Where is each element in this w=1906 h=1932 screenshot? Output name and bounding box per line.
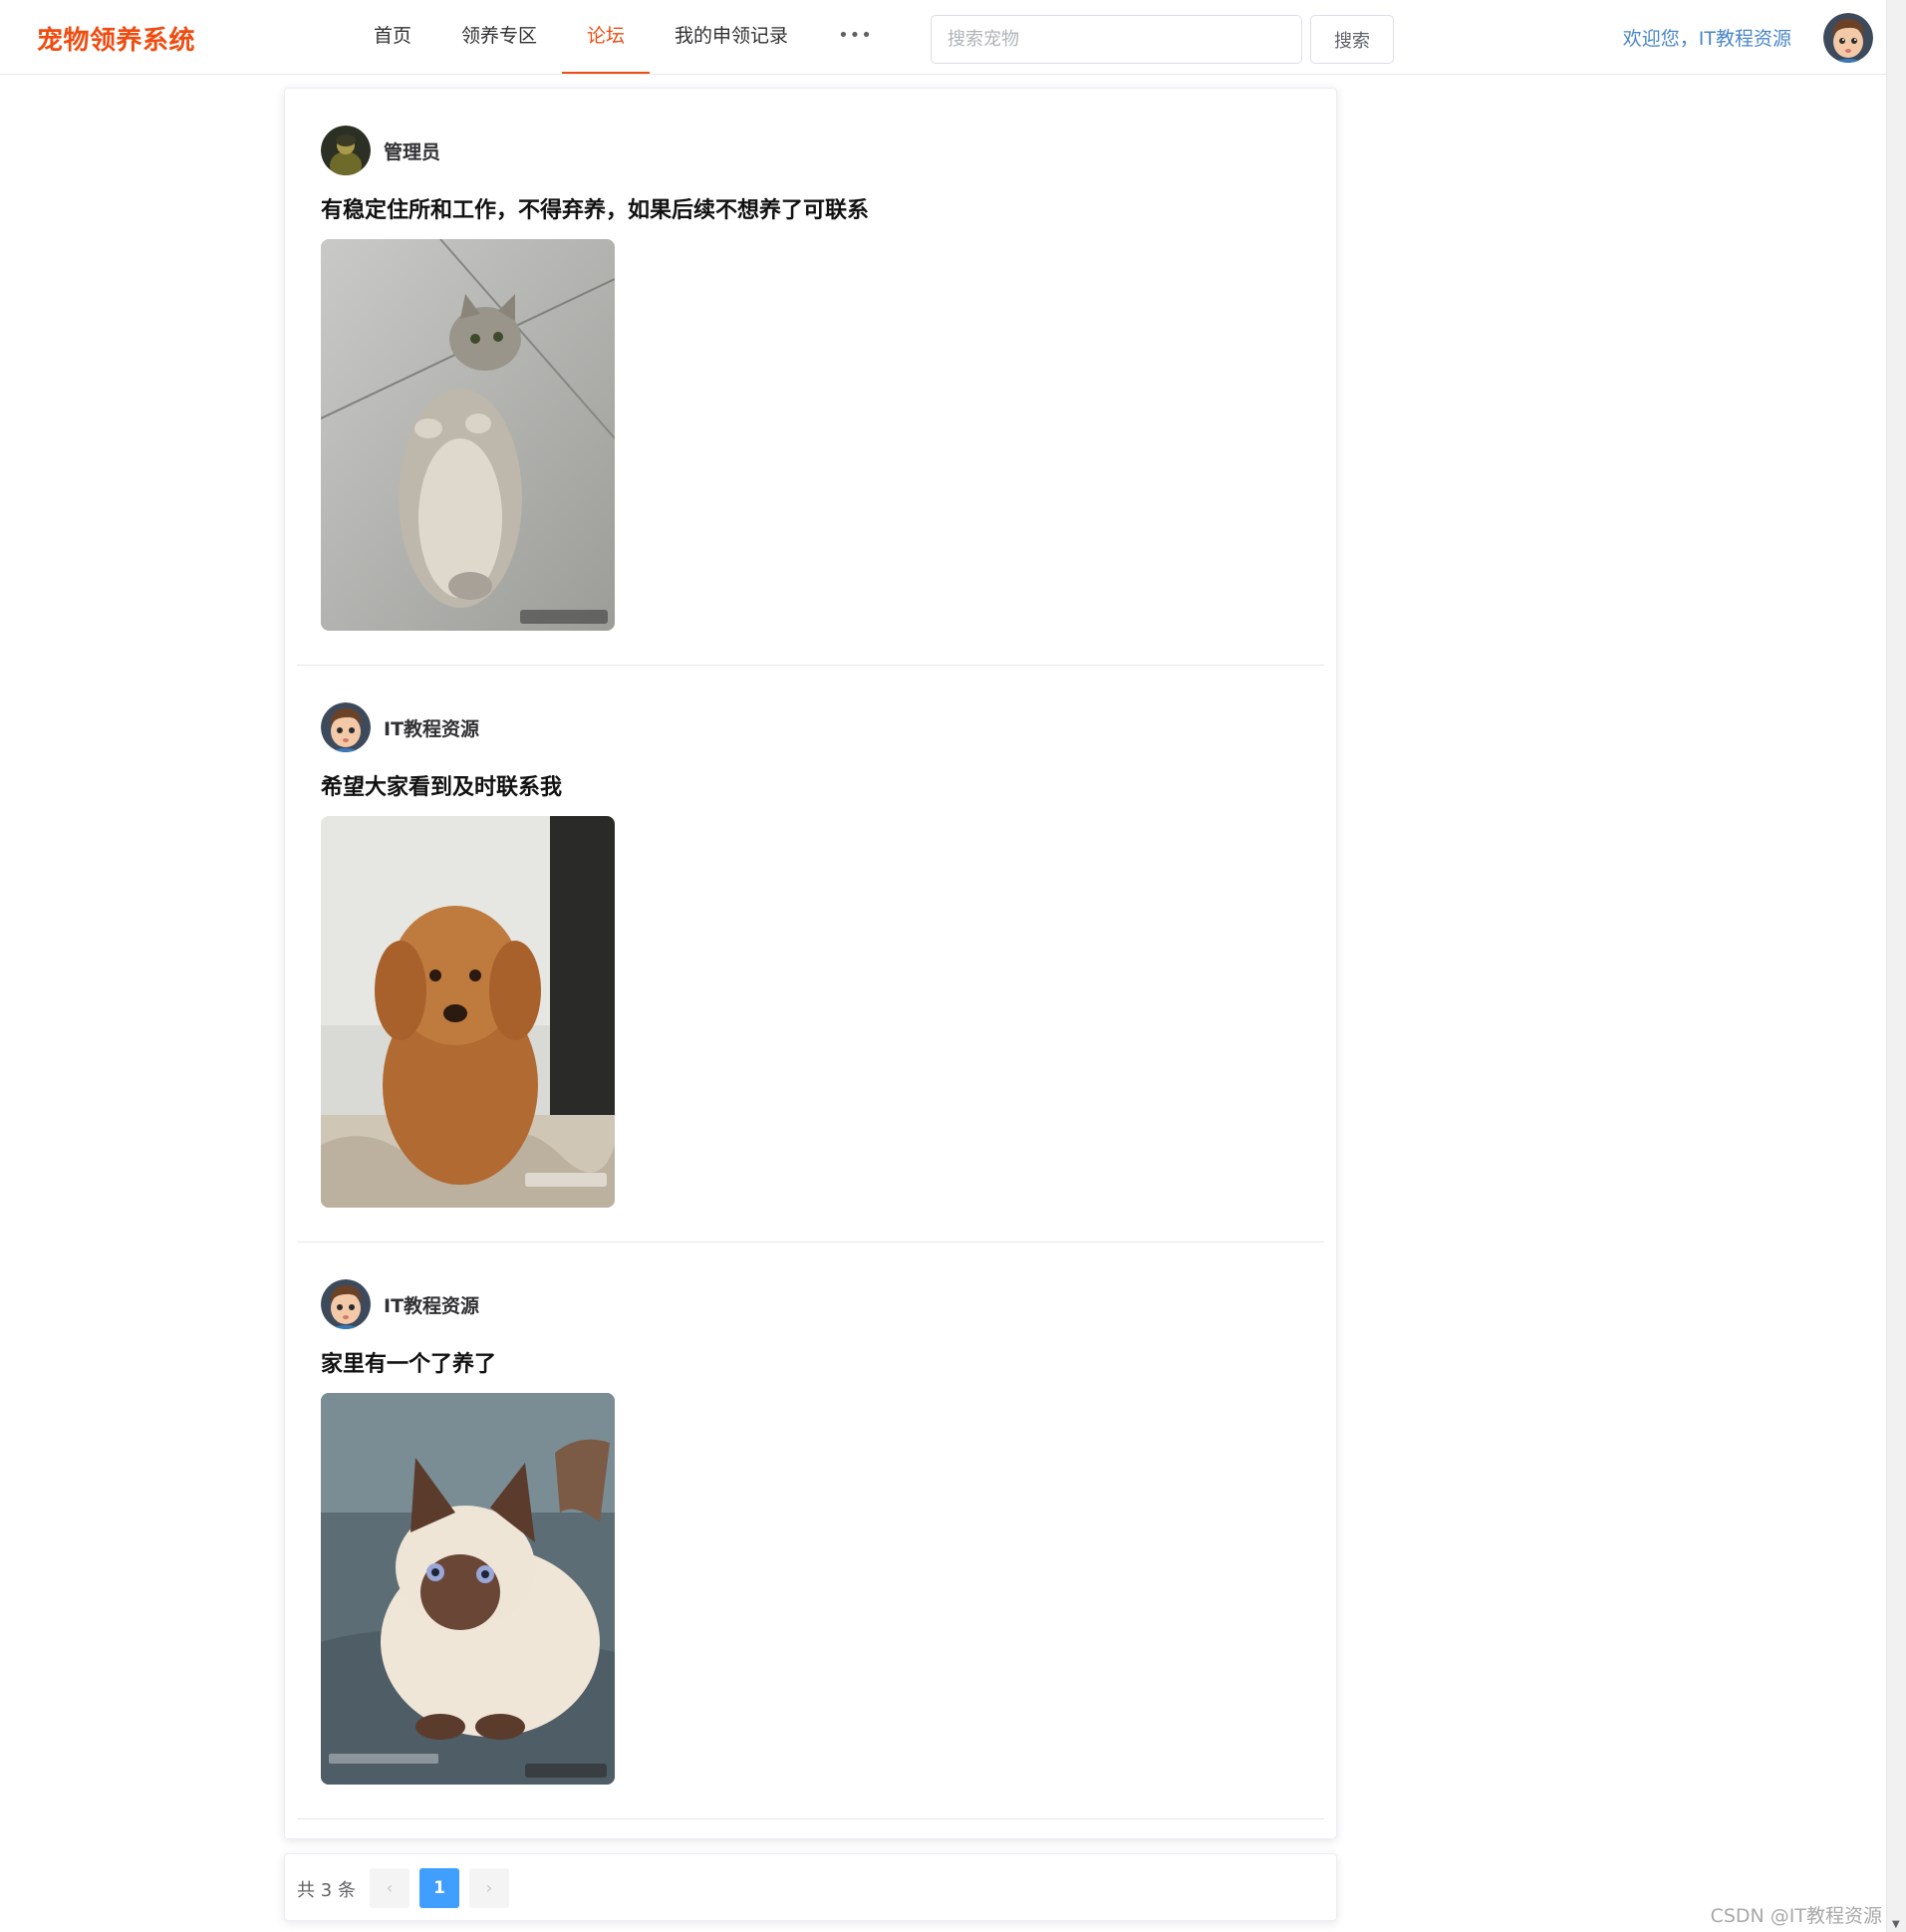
- post-author-avatar[interactable]: [321, 126, 371, 175]
- post-title[interactable]: 家里有一个了养了: [321, 1346, 496, 1378]
- post-author-name: IT教程资源: [384, 1295, 480, 1317]
- nav-item-my-applications[interactable]: 我的申领记录: [650, 0, 813, 74]
- user-avatar[interactable]: [1823, 13, 1873, 63]
- admin-avatar-icon: [321, 126, 371, 175]
- post-title[interactable]: 有稳定住所和工作，不得弃养，如果后续不想养了可联系: [321, 192, 869, 224]
- nav-item-home[interactable]: 首页: [349, 0, 436, 74]
- post-author-avatar[interactable]: [321, 1279, 371, 1329]
- more-dots-icon[interactable]: •••: [813, 0, 898, 74]
- forum-post-list: 管理员 有稳定住所和工作，不得弃养，如果后续不想养了可联系 IT教程资源 希望大…: [284, 88, 1337, 1839]
- site-logo[interactable]: 宠物领养系统: [37, 20, 195, 57]
- watermark: CSDN @IT教程资源: [1710, 1905, 1882, 1927]
- main-nav: 首页 领养专区 论坛 我的申领记录 •••: [349, 0, 898, 74]
- cartoon-boy-avatar-icon: [321, 702, 371, 752]
- post-image[interactable]: [321, 1393, 615, 1785]
- nav-item-adoption[interactable]: 领养专区: [436, 0, 562, 74]
- post-author-avatar[interactable]: [321, 702, 371, 752]
- post-image[interactable]: [321, 816, 615, 1208]
- tabby-cat-photo-icon: [321, 239, 615, 631]
- forum-post: IT教程资源 希望大家看到及时联系我: [297, 666, 1324, 1242]
- siamese-cat-photo-icon: [321, 1393, 615, 1785]
- page-scrollbar[interactable]: ▼: [1886, 0, 1906, 1932]
- cartoon-boy-avatar-icon: [1823, 13, 1873, 63]
- search-input[interactable]: [931, 15, 1302, 64]
- poodle-dog-photo-icon: [321, 816, 615, 1208]
- top-navbar: 宠物领养系统 首页 领养专区 论坛 我的申领记录 ••• 搜索 欢迎您，IT教程…: [0, 0, 1886, 75]
- welcome-user-link[interactable]: 欢迎您，IT教程资源: [1623, 24, 1791, 51]
- post-author-name: IT教程资源: [384, 718, 480, 740]
- page-number-button[interactable]: 1: [419, 1868, 459, 1908]
- post-image[interactable]: [321, 239, 615, 631]
- scroll-down-arrow-icon[interactable]: ▼: [1892, 1919, 1900, 1930]
- nav-item-forum[interactable]: 论坛: [562, 0, 651, 74]
- post-author-name: 管理员: [384, 141, 441, 163]
- cartoon-boy-avatar-icon: [321, 1279, 371, 1329]
- pagination: 共 3 条 ‹ 1 ›: [284, 1853, 1337, 1921]
- forum-post: IT教程资源 家里有一个了养了: [297, 1242, 1324, 1819]
- pagination-total: 共 3 条: [297, 1880, 356, 1901]
- chevron-left-icon[interactable]: ‹: [370, 1868, 409, 1908]
- post-title[interactable]: 希望大家看到及时联系我: [321, 769, 562, 801]
- search-button[interactable]: 搜索: [1310, 15, 1394, 64]
- chevron-right-icon[interactable]: ›: [469, 1868, 509, 1908]
- forum-post: 管理员 有稳定住所和工作，不得弃养，如果后续不想养了可联系: [297, 89, 1324, 666]
